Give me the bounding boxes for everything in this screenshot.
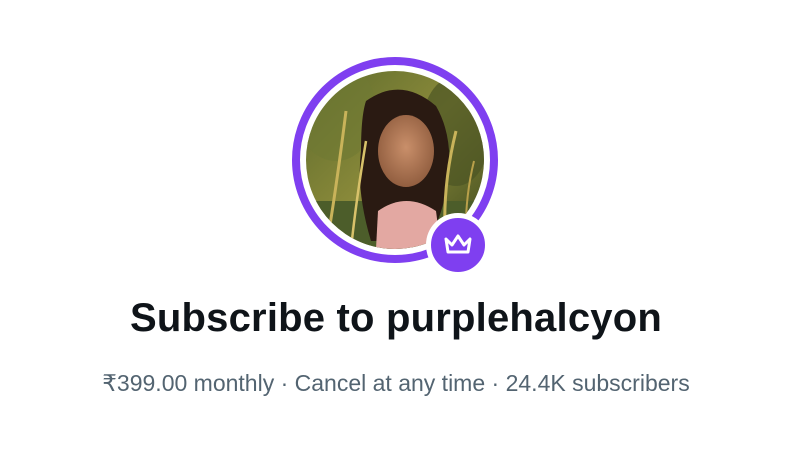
page-title: Subscribe to purplehalcyon <box>130 296 662 340</box>
crown-icon <box>444 234 472 254</box>
avatar-container[interactable] <box>292 57 498 277</box>
cancel-text: Cancel at any time <box>294 370 486 396</box>
crown-badge <box>426 213 490 277</box>
subscription-details: ₹399.00 monthly · Cancel at any time · 2… <box>96 366 696 400</box>
subscribers-count: 24.4K <box>505 370 566 396</box>
separator: · <box>280 370 289 396</box>
separator: · <box>491 370 500 396</box>
price-text: ₹399.00 monthly <box>102 370 275 396</box>
subscribers-label: subscribers <box>572 370 690 396</box>
